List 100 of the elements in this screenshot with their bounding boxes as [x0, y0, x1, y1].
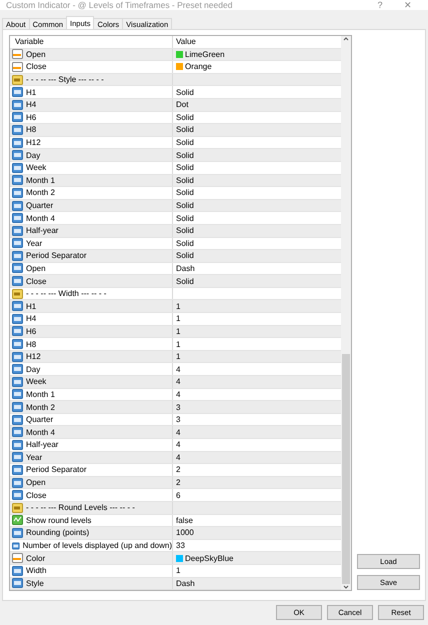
- number-icon: [12, 326, 23, 336]
- variable-name: Month 4: [26, 214, 55, 223]
- variable-name: Half-year: [26, 440, 58, 450]
- value-cell[interactable]: 1: [176, 326, 180, 336]
- number-icon: [12, 578, 23, 588]
- value-cell[interactable]: 1: [176, 302, 180, 311]
- number-icon: [12, 376, 23, 387]
- value-cell[interactable]: 6: [176, 490, 180, 500]
- value-cell[interactable]: Solid: [176, 138, 194, 148]
- scrollbar-thumb[interactable]: [342, 354, 350, 584]
- variable-name: - - - -- --- Round Levels --- -- - -: [26, 503, 135, 512]
- number-icon: [12, 352, 23, 362]
- variable-name: Day: [26, 364, 40, 374]
- value-cell[interactable]: 4: [176, 390, 180, 399]
- number-icon: [12, 175, 23, 186]
- value-cell[interactable]: 3: [176, 415, 180, 424]
- number-icon: [12, 188, 23, 198]
- value-cell[interactable]: Solid: [176, 112, 194, 122]
- help-button[interactable]: ?: [366, 0, 394, 10]
- string-icon: [12, 74, 23, 85]
- number-icon: [12, 566, 23, 576]
- variable-name: Month 4: [26, 428, 55, 437]
- value-cell[interactable]: DeepSkyBlue: [185, 554, 234, 563]
- variable-name: Width: [26, 566, 46, 576]
- number-icon: [12, 440, 23, 450]
- variable-name: - - - -- --- Width --- -- - -: [26, 289, 106, 298]
- value-cell[interactable]: Solid: [176, 188, 194, 198]
- variable-name: Month 2: [26, 188, 55, 198]
- number-icon: [12, 150, 23, 160]
- value-cell[interactable]: Dash: [176, 578, 195, 588]
- variable-name: Year: [26, 238, 42, 248]
- value-cell[interactable]: 1: [176, 352, 180, 362]
- variable-name: H6: [26, 112, 36, 122]
- number-icon: [12, 162, 23, 173]
- variable-name: H8: [26, 340, 36, 349]
- value-cell[interactable]: 4: [176, 452, 180, 462]
- value-cell[interactable]: Solid: [176, 150, 194, 160]
- variable-name: Open: [26, 264, 46, 273]
- column-header: Value: [176, 37, 196, 46]
- value-cell[interactable]: Dot: [176, 100, 188, 110]
- number-icon: [12, 200, 23, 211]
- value-cell[interactable]: 1: [176, 340, 180, 349]
- value-cell[interactable]: 2: [176, 478, 180, 488]
- value-cell[interactable]: 1000: [176, 528, 194, 538]
- variable-name: H8: [26, 125, 36, 134]
- value-cell[interactable]: Orange: [185, 62, 212, 72]
- number-icon: [12, 402, 23, 412]
- number-icon: [12, 478, 23, 488]
- value-cell[interactable]: Dash: [176, 264, 195, 273]
- variable-name: H4: [26, 314, 36, 324]
- number-icon: [12, 263, 23, 274]
- number-icon: [12, 427, 23, 438]
- value-cell[interactable]: Solid: [176, 176, 194, 185]
- value-cell[interactable]: Solid: [176, 226, 194, 236]
- variable-name: H4: [26, 100, 36, 110]
- number-icon: [12, 124, 23, 135]
- value-cell[interactable]: Solid: [176, 125, 194, 134]
- value-cell[interactable]: Solid: [176, 238, 194, 248]
- string-icon: [12, 502, 23, 513]
- value-cell[interactable]: 1: [176, 566, 180, 576]
- value-cell[interactable]: 4: [176, 428, 180, 437]
- value-cell[interactable]: Solid: [176, 251, 194, 260]
- number-icon: [12, 314, 23, 324]
- variable-name: Day: [26, 150, 40, 160]
- scroll-down-icon[interactable]: [343, 584, 349, 590]
- variable-name: Close: [26, 276, 46, 286]
- string-icon: [12, 288, 23, 299]
- variable-name: H1: [26, 88, 36, 97]
- value-cell[interactable]: 4: [176, 377, 180, 386]
- number-icon: [12, 389, 23, 400]
- value-cell[interactable]: Solid: [176, 201, 194, 210]
- value-cell[interactable]: false: [176, 516, 193, 525]
- number-icon: [12, 490, 23, 500]
- value-cell[interactable]: Solid: [176, 163, 194, 172]
- number-icon: [12, 540, 20, 551]
- number-icon: [12, 301, 23, 312]
- number-icon: [12, 226, 23, 236]
- variable-name: Number of levels displayed (up and down): [22, 541, 172, 550]
- column-header: Variable: [14, 37, 44, 46]
- value-cell[interactable]: 4: [176, 440, 180, 450]
- value-cell[interactable]: Solid: [176, 276, 194, 286]
- close-button[interactable]: ✕: [394, 0, 422, 10]
- value-cell[interactable]: 33: [176, 541, 185, 550]
- variable-name: H12: [26, 352, 41, 362]
- variable-name: Week: [26, 163, 46, 172]
- scroll-up-icon[interactable]: [343, 36, 349, 42]
- value-cell[interactable]: LimeGreen: [185, 50, 225, 59]
- number-icon: [12, 339, 23, 350]
- number-icon: [12, 138, 23, 148]
- variable-name: Open: [26, 478, 46, 488]
- value-cell[interactable]: 4: [176, 364, 180, 374]
- variable-name: Rounding (points): [26, 528, 90, 538]
- value-cell[interactable]: Solid: [176, 88, 194, 97]
- value-cell[interactable]: Solid: [176, 214, 194, 223]
- value-cell[interactable]: 2: [176, 465, 180, 474]
- variable-name: Quarter: [26, 415, 54, 424]
- number-icon: [12, 452, 23, 462]
- value-cell[interactable]: 1: [176, 314, 180, 324]
- variable-name: Close: [26, 62, 46, 72]
- value-cell[interactable]: 3: [176, 402, 180, 412]
